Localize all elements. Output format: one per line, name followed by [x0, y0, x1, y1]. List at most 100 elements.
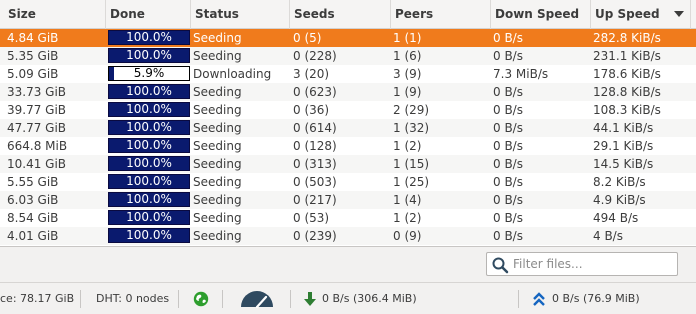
done-cell: 100.0%: [108, 47, 190, 65]
seeds-cell: 0 (36): [293, 103, 330, 117]
torrent-row[interactable]: 4.01 GiB 100.0% Seeding 0 (239) 0 (9) 0 B/s 4 …: [0, 227, 696, 245]
dht-nodes-label[interactable]: DHT: 0 nodes: [96, 291, 169, 307]
progress-label: 100.0%: [126, 210, 172, 224]
torrent-row[interactable]: 5.55 GiB 100.0% Seeding 0 (503) 1 (25) 0 B/s 8…: [0, 173, 696, 191]
filter-field[interactable]: [486, 252, 678, 276]
torrent-table[interactable]: Size Done Status Seeds Peers Down Speed …: [0, 0, 696, 246]
done-cell: 100.0%: [108, 227, 190, 245]
size-cell: 33.73 GiB: [7, 85, 67, 99]
progress-bar: 100.0%: [108, 192, 190, 207]
column-header-up-speed[interactable]: Up Speed: [591, 0, 691, 29]
up-speed-cell: 4 B/s: [593, 229, 623, 243]
progress-label: 100.0%: [126, 174, 172, 188]
seeds-cell: 0 (217): [293, 193, 337, 207]
globe-icon[interactable]: [193, 291, 209, 307]
seeds-cell: 0 (53): [293, 211, 330, 225]
torrent-row[interactable]: 47.77 GiB 100.0% Seeding 0 (614) 1 (32) 0 B/s…: [0, 119, 696, 137]
column-header-down-speed[interactable]: Down Speed: [491, 0, 591, 29]
progress-label: 100.0%: [126, 102, 172, 116]
seeds-cell: 0 (239): [293, 229, 337, 243]
progress-label: 100.0%: [126, 138, 172, 152]
status-cell: Seeding: [193, 103, 242, 117]
download-speed-label[interactable]: 0 B/s (306.4 MiB): [322, 291, 417, 307]
table-header: Size Done Status Seeds Peers Down Speed …: [0, 0, 696, 29]
down-arrow-icon: [304, 292, 316, 306]
seeds-cell: 3 (20): [293, 67, 330, 81]
column-header-peers[interactable]: Peers: [391, 0, 491, 29]
divider: [222, 290, 223, 308]
done-cell: 100.0%: [108, 137, 190, 155]
column-header-done[interactable]: Done: [106, 0, 191, 29]
divider: [178, 290, 179, 308]
down-speed-cell: 0 B/s: [493, 175, 523, 189]
upload-speed-label[interactable]: 0 B/s (76.9 MiB): [552, 291, 640, 307]
progress-bar: 100.0%: [108, 138, 190, 153]
seeds-cell: 0 (313): [293, 157, 337, 171]
down-speed-cell: 7.3 MiB/s: [493, 67, 549, 81]
torrent-row[interactable]: 5.09 GiB 5.9% Downloading 3 (20) 3 (9) 7.3 Mi…: [0, 65, 696, 83]
down-speed-cell: 0 B/s: [493, 193, 523, 207]
peers-cell: 1 (6): [393, 49, 422, 63]
progress-bar: 100.0%: [108, 84, 190, 99]
progress-bar: 100.0%: [108, 156, 190, 171]
down-speed-cell: 0 B/s: [493, 103, 523, 117]
progress-bar: 5.9%: [108, 66, 190, 81]
up-speed-cell: 108.3 KiB/s: [593, 103, 661, 117]
progress-bar: 100.0%: [108, 30, 190, 45]
column-header-label: Down Speed: [495, 7, 580, 21]
column-header-size[interactable]: Size: [0, 0, 106, 29]
down-speed-cell: 0 B/s: [493, 85, 523, 99]
size-cell: 6.03 GiB: [7, 193, 59, 207]
column-header-label: Peers: [395, 7, 434, 21]
down-speed-cell: 0 B/s: [493, 211, 523, 225]
free-space-label[interactable]: ce: 78.17 GiB: [0, 291, 74, 307]
size-cell: 8.54 GiB: [7, 211, 59, 225]
up-speed-cell: 282.8 KiB/s: [593, 31, 661, 45]
status-cell: Seeding: [193, 157, 242, 171]
down-speed-cell: 0 B/s: [493, 49, 523, 63]
seeds-cell: 0 (503): [293, 175, 337, 189]
torrent-row[interactable]: 8.54 GiB 100.0% Seeding 0 (53) 1 (2) 0 B/s 494…: [0, 209, 696, 227]
up-speed-cell: 8.2 KiB/s: [593, 175, 646, 189]
sort-descending-icon: [674, 11, 684, 17]
seeds-cell: 0 (5): [293, 31, 322, 45]
peers-cell: 2 (29): [393, 103, 430, 117]
column-header-label: Done: [110, 7, 145, 21]
column-header-clipped[interactable]: [691, 0, 696, 29]
status-cell: Downloading: [193, 67, 272, 81]
torrent-row[interactable]: 6.03 GiB 100.0% Seeding 0 (217) 1 (4) 0 B/s 4.…: [0, 191, 696, 209]
torrent-row[interactable]: 39.77 GiB 100.0% Seeding 0 (36) 2 (29) 0 B/s 1…: [0, 101, 696, 119]
search-icon: [492, 257, 509, 274]
torrent-row[interactable]: 664.8 MiB 100.0% Seeding 0 (128) 1 (2) 0 B/s 2…: [0, 137, 696, 155]
column-header-label: Status: [195, 7, 239, 21]
progress-bar: 100.0%: [108, 210, 190, 225]
divider: [518, 290, 519, 308]
peers-cell: 1 (25): [393, 175, 430, 189]
status-cell: Seeding: [193, 31, 242, 45]
up-speed-cell: 4.9 KiB/s: [593, 193, 646, 207]
status-cell: Seeding: [193, 139, 242, 153]
size-cell: 10.41 GiB: [7, 157, 67, 171]
progress-bar: 100.0%: [108, 48, 190, 63]
up-speed-cell: 14.5 KiB/s: [593, 157, 654, 171]
torrent-row[interactable]: 33.73 GiB 100.0% Seeding 0 (623) 1 (9) 0 B/s 1…: [0, 83, 696, 101]
done-cell: 100.0%: [108, 155, 190, 173]
progress-fill: [109, 67, 114, 80]
size-cell: 664.8 MiB: [7, 139, 68, 153]
up-speed-cell: 178.6 KiB/s: [593, 67, 661, 81]
progress-label: 5.9%: [133, 66, 165, 80]
column-header-status[interactable]: Status: [191, 0, 290, 29]
progress-label: 100.0%: [126, 156, 172, 170]
column-header-seeds[interactable]: Seeds: [290, 0, 391, 29]
size-cell: 5.09 GiB: [7, 67, 59, 81]
gauge-icon[interactable]: [240, 290, 274, 308]
down-speed-cell: 0 B/s: [493, 139, 523, 153]
progress-label: 100.0%: [126, 192, 172, 206]
peers-cell: 1 (9): [393, 85, 422, 99]
column-header-label: Up Speed: [595, 7, 660, 21]
peers-cell: 3 (9): [393, 67, 422, 81]
torrent-row[interactable]: 5.35 GiB 100.0% Seeding 0 (228) 1 (6) 0 B/s 23…: [0, 47, 696, 65]
filter-files-input[interactable]: [513, 255, 673, 273]
torrent-row[interactable]: 4.84 GiB 100.0% Seeding 0 (5) 1 (1) 0 B/s 282.…: [0, 29, 696, 47]
torrent-row[interactable]: 10.41 GiB 100.0% Seeding 0 (313) 1 (15) 0 B/s…: [0, 155, 696, 173]
